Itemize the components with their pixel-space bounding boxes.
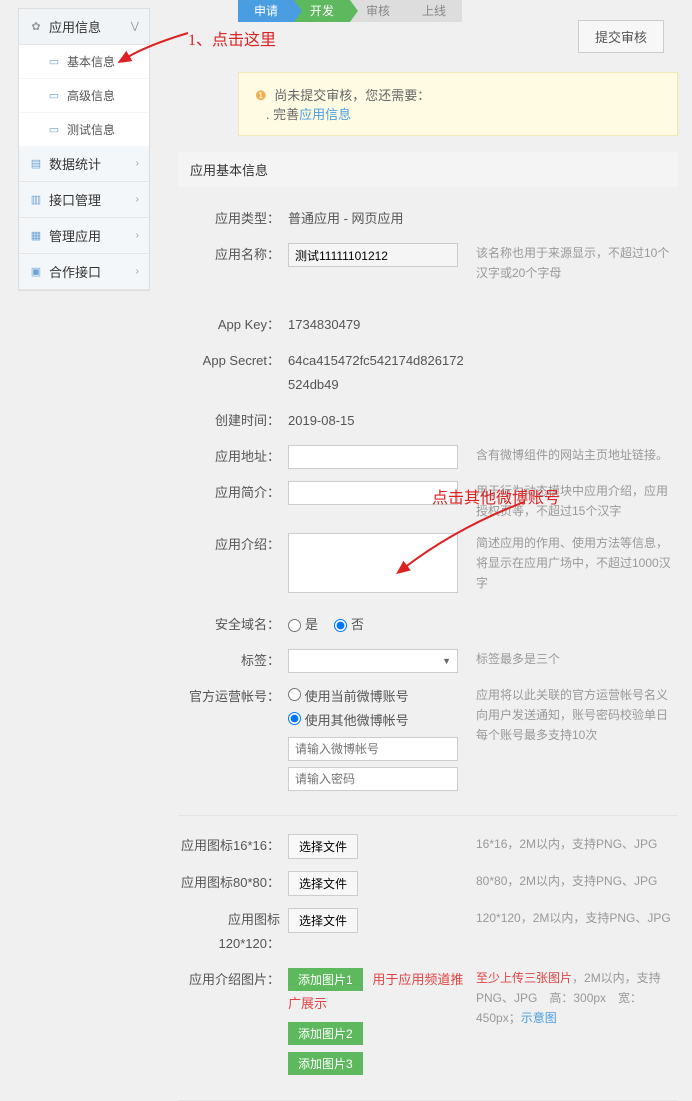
- btn-file-120[interactable]: 选择文件: [288, 908, 358, 933]
- card-icon: ▭: [47, 55, 61, 69]
- divider: [178, 815, 678, 816]
- label-create-time: 创建时间：: [178, 409, 288, 433]
- step-dev: 开发: [294, 0, 350, 22]
- hint-app-intro: 用于行为动态模块中应用介绍，应用授权页等，不超过15个汉字: [468, 481, 678, 521]
- warning-icon: ❶: [255, 88, 267, 103]
- btn-file-80[interactable]: 选择文件: [288, 871, 358, 896]
- label-app-secret: App Secret：: [178, 349, 288, 373]
- label-icon80: 应用图标80*80：: [178, 871, 288, 895]
- chevron-right-icon: ›: [136, 230, 139, 241]
- main-content: 申请 开发 审核 上线 提交审核 ❶ 尚未提交审核，您还需要： . 完善应用信息…: [178, 0, 678, 877]
- hint-op-account: 应用将以此关联的官方运营帐号名义向用户发送通知，账号密码校验单日每个账号最多支持…: [468, 685, 678, 745]
- sidebar-api-mgmt[interactable]: ▥ 接口管理 ›: [19, 182, 149, 218]
- btn-add-img2[interactable]: 添加图片2: [288, 1022, 363, 1045]
- hint-icon120: 120*120，2M以内，支持PNG、JPG: [468, 908, 678, 928]
- hint-app-name: 该名称也用于来源显示，不超过10个汉字或20个字母: [468, 243, 678, 283]
- step-online: 上线: [406, 0, 462, 22]
- progress-steps: 申请 开发 审核 上线: [238, 0, 678, 22]
- sidebar-submenu: ▭ 基本信息 ▭ 高级信息 ▭ 测试信息: [19, 45, 149, 146]
- dropdown-icon: ▼: [442, 649, 451, 673]
- label-safe-domain: 安全域名：: [178, 613, 288, 637]
- sidebar-coop-api[interactable]: ▣ 合作接口 ›: [19, 254, 149, 290]
- label-intro-img: 应用介绍图片：: [178, 968, 288, 992]
- gear-icon: ✿: [29, 20, 43, 34]
- input-app-addr[interactable]: [288, 445, 458, 469]
- step-review: 审核: [350, 0, 406, 22]
- label-icon16: 应用图标16*16：: [178, 834, 288, 858]
- sidebar-label: 应用信息: [49, 17, 101, 36]
- chevron-down-icon: ⋁: [131, 21, 139, 32]
- sidebar-app-info[interactable]: ✿ 应用信息 ⋁: [19, 9, 149, 45]
- chevron-right-icon: ›: [136, 194, 139, 205]
- value-app-secret: 64ca415472fc542174d826172524db49: [288, 349, 468, 397]
- sidebar-label: 数据统计: [49, 154, 101, 173]
- hint-tags: 标签最多是三个: [468, 649, 678, 669]
- submit-review-button[interactable]: 提交审核: [578, 20, 664, 53]
- input-weibo-user[interactable]: [288, 737, 458, 761]
- sidebar-stats[interactable]: ▤ 数据统计 ›: [19, 146, 149, 182]
- btn-add-img3[interactable]: 添加图片3: [288, 1052, 363, 1075]
- app-icon: ▦: [29, 229, 43, 243]
- card-icon: ▭: [47, 123, 61, 137]
- sidebar-label: 测试信息: [67, 121, 115, 138]
- textarea-app-desc[interactable]: [288, 533, 458, 593]
- card-icon: ▭: [47, 89, 61, 103]
- sidebar-app-mgmt[interactable]: ▦ 管理应用 ›: [19, 218, 149, 254]
- hint-app-addr: 含有微博组件的网站主页地址链接。: [468, 445, 678, 465]
- sidebar-label: 基本信息: [67, 53, 115, 70]
- value-create-time: 2019-08-15: [288, 409, 468, 433]
- label-app-type: 应用类型：: [178, 207, 288, 231]
- sidebar-label: 管理应用: [49, 226, 101, 245]
- label-icon120: 应用图标120*120：: [178, 908, 288, 956]
- label-tags: 标签：: [178, 649, 288, 673]
- sidebar-label: 合作接口: [49, 262, 101, 281]
- alert-action: 完善: [273, 107, 299, 122]
- sidebar-adv-info[interactable]: ▭ 高级信息: [19, 79, 149, 113]
- radio-safe-no[interactable]: 否: [334, 613, 364, 637]
- radio-account-other[interactable]: 使用其他微博帐号: [288, 713, 409, 728]
- alert-dot: .: [266, 107, 270, 122]
- btn-add-img1[interactable]: 添加图片1: [288, 968, 363, 991]
- btn-file-16[interactable]: 选择文件: [288, 834, 358, 859]
- alert-link[interactable]: 应用信息: [299, 107, 351, 122]
- hint-intro-img: 至少上传三张图片，2M以内，支持PNG、JPG 高：300px 宽：450px；…: [468, 968, 678, 1028]
- label-op-account: 官方运营帐号：: [178, 685, 288, 709]
- alert-text: 尚未提交审核，您还需要：: [274, 88, 430, 103]
- label-app-desc: 应用介绍：: [178, 533, 288, 557]
- example-link[interactable]: 示意图: [521, 1011, 557, 1025]
- value-app-type: 普通应用 - 网页应用: [288, 207, 468, 231]
- hint-app-desc: 简述应用的作用、使用方法等信息，将显示在应用广场中，不超过1000汉字: [468, 533, 678, 593]
- input-app-name[interactable]: [288, 243, 458, 267]
- label-app-intro: 应用简介：: [178, 481, 288, 505]
- stats-icon: ▤: [29, 157, 43, 171]
- coop-icon: ▣: [29, 265, 43, 279]
- chevron-right-icon: ›: [136, 158, 139, 169]
- sidebar-label: 接口管理: [49, 190, 101, 209]
- hint-icon80: 80*80，2M以内，支持PNG、JPG: [468, 871, 678, 891]
- sidebar: ✿ 应用信息 ⋁ ▭ 基本信息 ▭ 高级信息 ▭ 测试信息 ▤ 数据统计 › ▥…: [18, 8, 150, 291]
- label-app-key: App Key：: [178, 313, 288, 337]
- step-apply: 申请: [238, 0, 294, 22]
- radio-safe-yes[interactable]: 是: [288, 613, 318, 637]
- label-app-name: 应用名称：: [178, 243, 288, 267]
- chevron-right-icon: ›: [136, 266, 139, 277]
- panel-title: 应用基本信息: [178, 152, 678, 187]
- api-icon: ▥: [29, 193, 43, 207]
- alert-box: ❶ 尚未提交审核，您还需要： . 完善应用信息: [238, 72, 678, 136]
- sidebar-basic-info[interactable]: ▭ 基本信息: [19, 45, 149, 79]
- input-app-intro[interactable]: [288, 481, 458, 505]
- hint-icon16: 16*16，2M以内，支持PNG、JPG: [468, 834, 678, 854]
- label-app-addr: 应用地址：: [178, 445, 288, 469]
- value-app-key: 1734830479: [288, 313, 468, 337]
- input-weibo-pwd[interactable]: [288, 767, 458, 791]
- select-tags[interactable]: ▼: [288, 649, 458, 673]
- sidebar-label: 高级信息: [67, 87, 115, 104]
- sidebar-test-info[interactable]: ▭ 测试信息: [19, 113, 149, 146]
- radio-account-current[interactable]: 使用当前微博账号: [288, 689, 409, 704]
